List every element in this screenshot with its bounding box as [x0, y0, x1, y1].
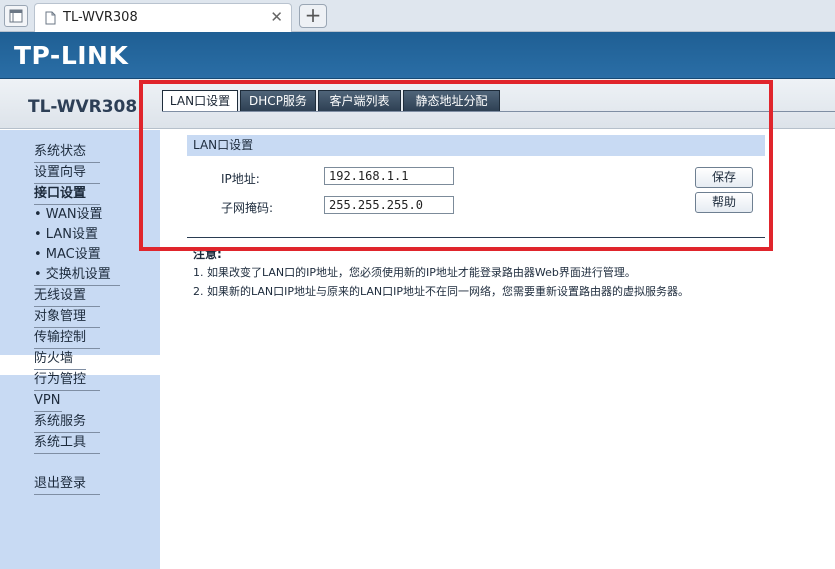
browser-tab[interactable]: TL-WVR308 ✕ [34, 3, 292, 32]
sidebar: 系统状态 设置向导 接口设置 • WAN设置 • LAN设置 • MAC设置 •… [0, 130, 160, 569]
sidebar-item-logout[interactable]: 退出登录 [34, 475, 100, 495]
sidebar-item-wireless[interactable]: 无线设置 [34, 287, 100, 307]
sidebar-item-wan[interactable]: • WAN设置 [34, 206, 120, 226]
sidebar-item-vpn[interactable]: VPN [34, 392, 62, 412]
browser-tab-bar: TL-WVR308 ✕ + [0, 0, 835, 32]
new-tab-button[interactable]: + [299, 4, 327, 28]
sidebar-item-system-tools[interactable]: 系统工具 [34, 434, 100, 454]
model-name: TL-WVR308 [28, 97, 138, 117]
close-icon[interactable]: ✕ [270, 8, 283, 26]
sidebar-item-switch[interactable]: • 交换机设置 [34, 266, 120, 286]
sidebar-item-interface-settings[interactable]: 接口设置 [34, 185, 100, 205]
tab-title: TL-WVR308 [63, 10, 138, 25]
sidebar-item-lan[interactable]: • LAN设置 [34, 226, 120, 246]
sidebar-item-system-status[interactable]: 系统状态 [34, 143, 100, 163]
document-icon [45, 11, 56, 25]
sidebar-item-firewall[interactable]: 防火墙 [34, 350, 86, 370]
highlight-frame [139, 80, 773, 251]
note-line-1: 1. 如果改变了LAN口的IP地址，您必须使用新的IP地址才能登录路由器Web界… [193, 266, 636, 279]
tp-link-logo: TP-LINK [14, 41, 129, 70]
sidebar-item-transfer-control[interactable]: 传输控制 [34, 329, 100, 349]
sidebar-item-system-services[interactable]: 系统服务 [34, 413, 100, 433]
note-line-2: 2. 如果新的LAN口IP地址与原来的LAN口IP地址不在同一网络，您需要重新设… [193, 285, 690, 298]
router-header: TP-LINK [0, 32, 835, 79]
window-icon [9, 9, 23, 23]
sidebar-item-object-management[interactable]: 对象管理 [34, 308, 100, 328]
sidebar-item-setup-wizard[interactable]: 设置向导 [34, 164, 100, 184]
sidebar-item-behavior-control[interactable]: 行为管控 [34, 371, 100, 391]
window-menu-button[interactable] [4, 5, 28, 27]
sidebar-item-mac[interactable]: • MAC设置 [34, 246, 120, 266]
